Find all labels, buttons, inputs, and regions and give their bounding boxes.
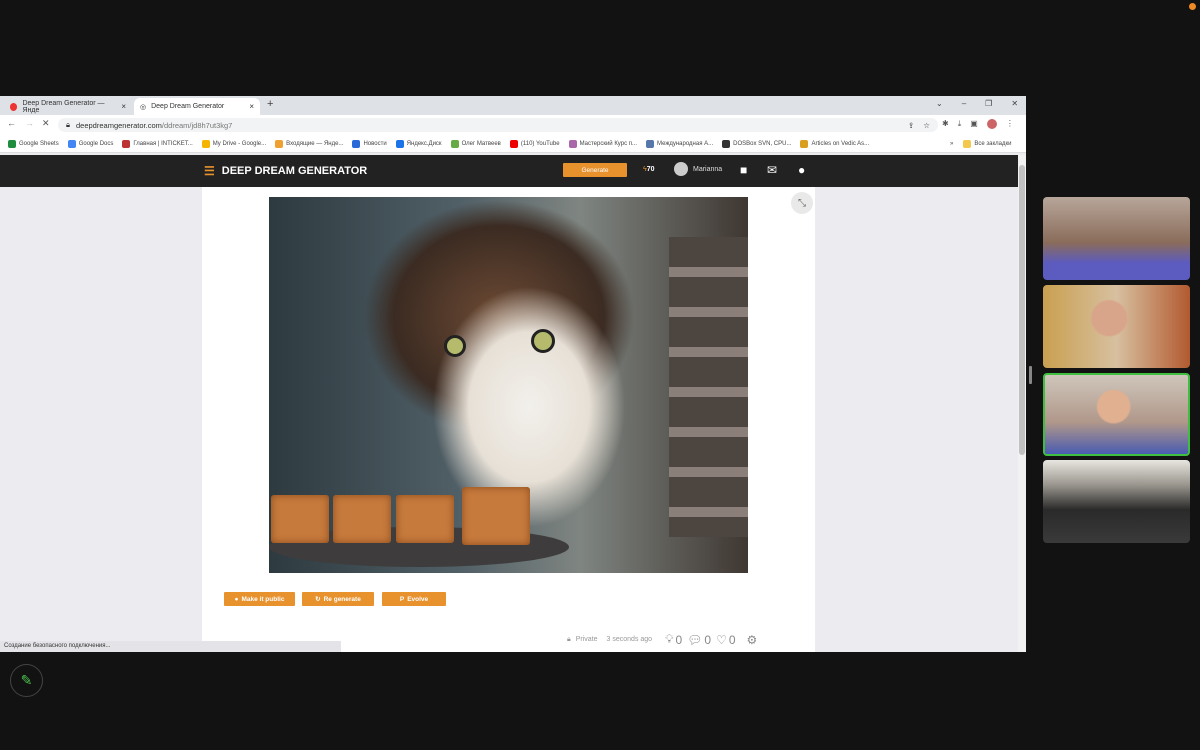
bookmark-item[interactable]: Google Docs — [67, 139, 113, 148]
bookmark-item[interactable]: Яндекс.Диск — [395, 139, 442, 148]
tab-search-icon[interactable]: ⌄ — [936, 99, 943, 108]
generate-button[interactable]: Generate — [563, 163, 627, 177]
site-logo[interactable]: ☰ DEEP DREAM GENERATOR — [204, 164, 367, 178]
bookmarks-bar: Google Sheets Google Docs Главная | INTICK… — [0, 135, 1026, 153]
bookmark-item[interactable]: My Drive - Google... — [201, 139, 266, 148]
globe-icon[interactable]: ● — [798, 163, 805, 177]
regenerate-button[interactable]: ↻ Re generate — [302, 592, 374, 606]
recording-indicator — [1189, 3, 1196, 10]
heart-icon: ♡ — [716, 632, 727, 647]
share-icon[interactable]: ⇪ — [908, 121, 914, 130]
user-menu[interactable]: Marianna — [674, 162, 722, 176]
privacy-status: Private — [575, 636, 598, 643]
bookmark-item[interactable]: Google Sheets — [8, 139, 59, 148]
bookmark-item[interactable]: Главная | INTICKET... — [122, 139, 193, 148]
more-bookmarks-button[interactable]: » — [950, 141, 953, 147]
bookmark-item[interactable]: DOSBox SVN, CPU... — [722, 139, 791, 148]
bookmark-item[interactable]: Входящие — Янде... — [275, 139, 343, 148]
all-bookmarks[interactable]: Все закладки — [963, 139, 1011, 148]
bookmark-favicon-icon — [450, 139, 459, 148]
profile-avatar[interactable] — [986, 119, 997, 129]
video-tile-participant-2[interactable] — [1043, 285, 1190, 368]
ideas-count[interactable]: 💡︎ 0 — [665, 632, 682, 647]
timestamp: 3 seconds ago — [606, 636, 653, 643]
globe-icon: ● — [234, 595, 239, 603]
dream-stats: 🔒︎ Private 3 seconds ago 💡︎ 0 💬︎ 0 ♡ 0 ⚙ — [567, 632, 757, 647]
page-scrollbar[interactable] — [1018, 155, 1026, 652]
minimize-button[interactable]: – — [962, 99, 966, 108]
folder-icon[interactable]: ■ — [740, 163, 747, 177]
settings-icon[interactable]: ⚙ — [747, 633, 758, 647]
address-bar-row: ← → ✕ 🔒︎ deepdreamgenerator.com/ddream/jd… — [0, 115, 1026, 135]
sidebar-resize-handle[interactable] — [1029, 366, 1032, 384]
avatar — [674, 162, 688, 176]
collapse-icon[interactable]: ⤡ — [791, 192, 813, 214]
site-favicon: ◎ — [140, 103, 147, 111]
bookmark-favicon-icon — [352, 139, 361, 148]
browser-window: Deep Dream Generator — Янде × ◎ Deep Dream… — [0, 96, 1026, 652]
bookmark-favicon-icon — [275, 139, 284, 148]
bookmark-item[interactable]: Articles on Vedic As... — [800, 139, 869, 148]
site-header: ☰ DEEP DREAM GENERATOR Generate ϟ70 Maria… — [0, 155, 1018, 187]
generated-cat-image[interactable] — [269, 197, 748, 573]
restore-button[interactable]: ❐ — [985, 99, 992, 108]
bookmark-favicon-icon — [122, 139, 131, 148]
tab-bar: Deep Dream Generator — Янде × ◎ Deep Dream… — [0, 96, 1026, 115]
energy-credits: ϟ70 — [643, 166, 655, 173]
bookmark-favicon-icon — [722, 139, 731, 148]
bookmark-favicon-icon — [395, 139, 404, 148]
stop-loading-icon[interactable]: ✕ — [42, 118, 50, 129]
annotate-pencil-button[interactable]: ✎ — [10, 664, 43, 697]
tab-yandex[interactable]: Deep Dream Generator — Янде × — [4, 98, 132, 115]
refresh-icon: ↻ — [315, 596, 321, 603]
make-public-button[interactable]: ● Make it public — [224, 592, 295, 606]
status-bar: Создание безопасного подключения... — [0, 641, 341, 652]
close-window-button[interactable]: ✕ — [1011, 99, 1018, 108]
bookmark-favicon-icon — [201, 139, 210, 148]
new-tab-button[interactable]: + — [267, 98, 273, 110]
evolve-icon: P — [399, 595, 405, 603]
forward-icon[interactable]: → — [25, 118, 34, 128]
bookmark-favicon-icon — [509, 139, 518, 148]
comments-count[interactable]: 💬︎ 0 — [687, 633, 711, 647]
video-tile-participant-1[interactable] — [1043, 197, 1190, 280]
evolve-button[interactable]: P Evolve — [382, 592, 446, 606]
folder-icon — [963, 139, 972, 148]
bookmark-favicon-icon — [8, 139, 16, 148]
bookmark-item[interactable]: Олег Матвеев — [450, 139, 501, 148]
download-icon[interactable]: ⤓ — [958, 119, 962, 129]
bookmark-favicon-icon — [800, 139, 809, 148]
bookmark-item[interactable]: Международная А... — [646, 139, 713, 148]
lock-icon: 🔒︎ — [66, 120, 70, 129]
comment-icon: 💬︎ — [687, 632, 703, 647]
scrollbar-thumb[interactable] — [1019, 165, 1025, 455]
back-icon[interactable]: ← — [7, 118, 16, 128]
close-tab-icon[interactable]: × — [249, 102, 254, 111]
likes-count[interactable]: ♡ 0 — [716, 633, 735, 647]
lock-icon: 🔒︎ — [567, 635, 571, 643]
video-tile-active-speaker[interactable] — [1043, 373, 1190, 456]
sidepanel-icon[interactable]: ▣ — [970, 119, 978, 129]
lightbulb-icon: 💡︎ — [665, 632, 674, 646]
menu-icon[interactable]: ⋮ — [1006, 119, 1014, 129]
video-tile-participant-4[interactable] — [1043, 460, 1190, 543]
bookmark-favicon-icon — [568, 139, 577, 148]
dream-panel: ⤡ ● Make it public ↻ Re generate P Evolve 🔒… — [202, 187, 815, 652]
bookmark-item[interactable]: Новости — [352, 139, 387, 148]
yandex-icon — [10, 102, 18, 111]
bookmark-item[interactable]: (110) YouTube — [509, 139, 560, 148]
tab-deep-dream[interactable]: ◎ Deep Dream Generator × — [134, 98, 260, 115]
menu-icon[interactable]: ☰ — [204, 164, 215, 178]
close-tab-icon[interactable]: × — [121, 102, 126, 111]
mail-icon[interactable]: ✉ — [767, 163, 777, 177]
bookmark-favicon-icon — [646, 139, 654, 148]
bookmark-item[interactable]: Мастерский Курс п... — [568, 139, 637, 148]
extensions-icon[interactable]: ✱ — [942, 119, 949, 129]
bookmark-favicon-icon — [67, 139, 76, 148]
url-input[interactable]: 🔒︎ deepdreamgenerator.com/ddream/jd8h7ut3… — [58, 118, 938, 132]
star-icon[interactable]: ☆ — [923, 121, 930, 130]
